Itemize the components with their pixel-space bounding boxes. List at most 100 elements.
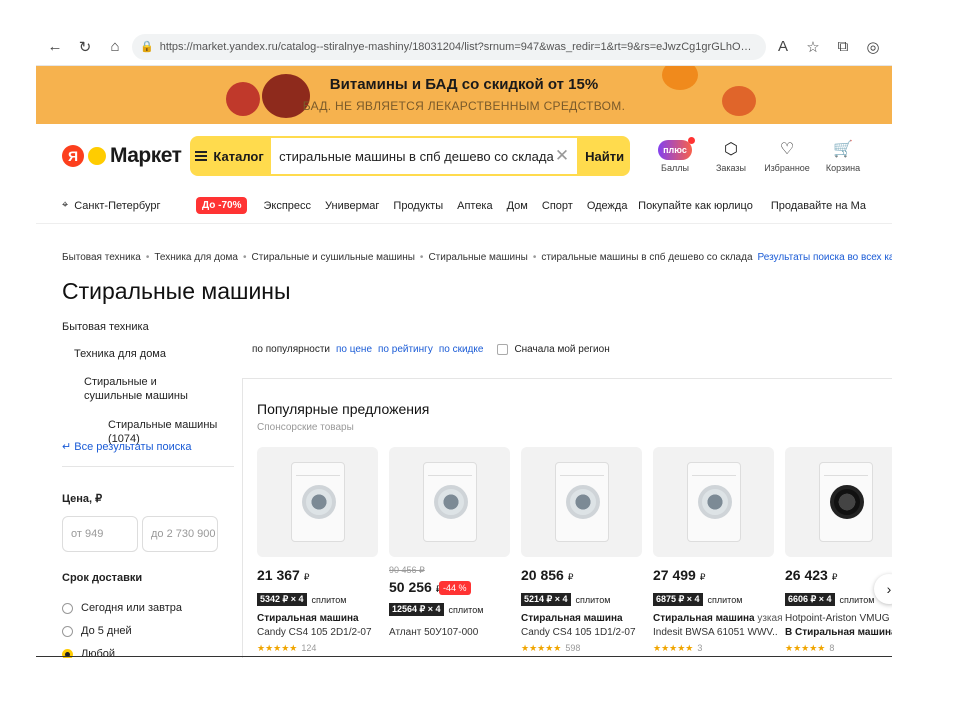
clear-icon[interactable]: ✕ (555, 146, 569, 166)
banner-title: Витамины и БАД со скидкой от 15% (329, 76, 599, 93)
breadcrumb-item[interactable]: Стиральные и сушильные машины (251, 252, 414, 263)
all-results-label: Все результаты поиска (74, 441, 192, 453)
screenshot-bottom-border (36, 656, 892, 657)
washing-machine-image (290, 462, 345, 542)
return-icon: ↵ (62, 441, 75, 453)
split-payment: 6606 ₽ × 4 сплитом (785, 593, 874, 606)
product-card[interactable]: 21 367 ₽ 5342 ₽ × 4 сплитом Стиральная ма… (257, 447, 378, 658)
region-checkbox[interactable] (497, 344, 509, 355)
box-icon: ⬡ (724, 140, 738, 158)
sort-rating[interactable]: по рейтингу (378, 344, 433, 355)
sort-discount[interactable]: по скидке (439, 344, 484, 355)
nav-item-pharmacy[interactable]: Аптека (457, 200, 493, 212)
city-selector[interactable]: ⌖ Санкт-Петербург (62, 199, 196, 212)
profile-icon[interactable]: ◎ (860, 34, 886, 60)
product-model[interactable]: Атлант 50У107-000 (389, 627, 514, 638)
split-payment: 12564 ₽ × 4 сплитом (389, 603, 483, 616)
nav-item-products[interactable]: Продукты (393, 200, 443, 212)
home-icon[interactable]: ⌂ (102, 34, 128, 60)
sort-popularity[interactable]: по популярности (252, 344, 330, 355)
nav-item-sport[interactable]: Спорт (542, 200, 573, 212)
nav-item-clothes[interactable]: Одежда (587, 200, 628, 212)
popular-subtitle: Спонсорские товары (257, 422, 354, 433)
promo-banner[interactable]: Витамины и БАД со скидкой от 15% БАД. НЕ… (36, 66, 892, 124)
back-icon[interactable]: ← (42, 34, 68, 60)
buy-as-company-link[interactable]: Покупайте как юрлицо (638, 200, 753, 212)
price-filter-label: Цена, ₽ (62, 493, 103, 505)
nav-item-express[interactable]: Экспресс (263, 200, 311, 212)
category-extra: узкая (757, 613, 783, 624)
read-aloud-icon[interactable]: A (770, 34, 796, 60)
orders-button[interactable]: ⬡ Заказы (708, 140, 754, 173)
product-card[interactable]: 27 499 ₽ 6875 ₽ × 4 сплитом Стиральная ма… (653, 447, 783, 658)
find-button[interactable]: Найти (579, 136, 630, 176)
delivery-option-today[interactable]: Сегодня или завтра (62, 602, 182, 614)
product-model[interactable]: Candy CS4 105 2D1/2-07 (257, 627, 382, 638)
location-pin-icon: ⌖ (62, 199, 69, 211)
product-category: Стиральная машина узкая (653, 613, 783, 624)
product-price: 20 856 ₽ (521, 567, 574, 583)
all-categories-link[interactable]: Результаты поиска во всех категориях (758, 252, 892, 263)
sort-price[interactable]: по цене (336, 344, 372, 355)
orders-label: Заказы (715, 162, 747, 173)
more-options-icon[interactable]: ⋮ (886, 342, 892, 359)
lock-icon: 🔒 (140, 41, 154, 53)
all-results-link[interactable]: ↵ Все результаты поиска (62, 440, 191, 453)
split-payment: 5342 ₽ × 4 сплитом (257, 593, 346, 606)
menu-icon (195, 151, 208, 161)
product-rating: ★★★★★ 124 (257, 643, 317, 653)
product-price: 26 423 ₽ (785, 567, 838, 583)
favorite-star-icon[interactable]: ☆ (800, 34, 826, 60)
points-button[interactable]: плюс Баллы (652, 136, 698, 173)
product-category: Стиральная машина (257, 613, 359, 624)
cart-label: Корзина (825, 162, 861, 173)
category-nav: ⌖ Санкт-Петербург До -70% Экспресс Униве… (36, 188, 892, 224)
sale-badge[interactable]: До -70% (196, 197, 248, 214)
delivery-option-5-days[interactable]: До 5 дней (62, 625, 132, 637)
collections-icon[interactable]: ⧉ (830, 34, 856, 60)
product-category: Стиральная машина (521, 613, 623, 624)
nav-item-univermag[interactable]: Универмаг (325, 200, 379, 212)
market-logo[interactable]: Я Маркет (62, 144, 190, 168)
category-level-1[interactable]: Бытовая техника (62, 320, 149, 334)
product-card[interactable]: 20 856 ₽ 5214 ₽ × 4 сплитом Стиральная ма… (521, 447, 642, 658)
product-card[interactable]: 26 423 ₽ 6606 ₽ × 4 сплитом Hotpoint-Aris… (785, 447, 892, 658)
product-model[interactable]: Candy CS4 105 1D1/2-07 (521, 627, 646, 638)
catalog-button[interactable]: Каталог (190, 136, 270, 176)
browser-screenshot: ← ↻ ⌂ 🔒 https://market.yandex.ru/catalog… (36, 28, 892, 658)
nav-item-home[interactable]: Дом (507, 200, 528, 212)
reload-icon[interactable]: ↻ (72, 34, 98, 60)
product-image[interactable] (521, 447, 642, 557)
category-name: Стиральная машина (653, 613, 755, 624)
yandex-logo-icon: Я (62, 145, 84, 167)
price-to-input[interactable]: до 2 730 900 (142, 516, 218, 552)
favorites-button[interactable]: ♡ Избранное (764, 140, 810, 173)
points-label: Баллы (661, 162, 689, 173)
delivery-option-label: До 5 дней (81, 625, 132, 637)
category-level-2[interactable]: Техника для дома (74, 347, 166, 361)
product-image[interactable] (257, 447, 378, 557)
catalog-label: Каталог (213, 148, 264, 164)
search-input[interactable]: стиральные машины в спб дешево со склада… (269, 136, 580, 176)
product-model[interactable]: Hotpoint-Ariston VMUG 5 (785, 613, 892, 624)
product-card[interactable]: 90 456 ₽ 50 256 ₽ -44 % 12564 ₽ × 4сплит… (389, 447, 510, 658)
breadcrumb-item[interactable]: Стиральные машины (428, 252, 527, 263)
washing-machine-image (686, 462, 741, 542)
breadcrumb-item[interactable]: Техника для дома (154, 252, 238, 263)
city-name: Санкт-Петербург (74, 199, 161, 212)
breadcrumb-item[interactable]: Бытовая техника (62, 252, 141, 263)
old-price: 90 456 ₽ (389, 565, 425, 575)
category-level-3[interactable]: Стиральные и сушильные машины (84, 375, 214, 403)
product-image[interactable] (785, 447, 892, 557)
page-title: Стиральные машины (62, 278, 291, 304)
site-header: Я Маркет Каталог стиральные машины в спб… (36, 124, 892, 188)
sell-on-market-link[interactable]: Продавайте на Ма (771, 200, 866, 212)
market-logo-icon (88, 147, 106, 165)
breadcrumb-item[interactable]: стиральные машины в спб дешево со склада (541, 252, 752, 263)
product-model[interactable]: Indesit BWSA 61051 WWV... (653, 627, 778, 638)
cart-button[interactable]: 🛒 Корзина (820, 140, 866, 173)
product-image[interactable] (389, 447, 510, 557)
address-bar[interactable]: 🔒 https://market.yandex.ru/catalog--stir… (132, 33, 766, 60)
product-image[interactable] (653, 447, 774, 557)
price-from-input[interactable]: от 949 (62, 516, 138, 552)
